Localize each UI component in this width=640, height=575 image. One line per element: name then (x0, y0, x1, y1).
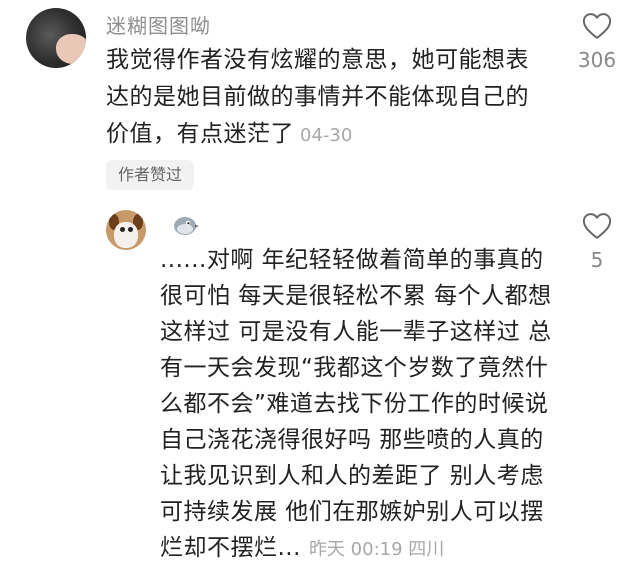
reply-time: 昨天 00:19 四川 (308, 539, 445, 560)
comment-time: 04-30 (300, 125, 353, 146)
dog-eye-right (128, 227, 133, 232)
commenter-username[interactable]: 迷糊图图呦 (106, 10, 211, 39)
comment-like-count: 306 (577, 48, 617, 72)
reply-avatar[interactable] (106, 210, 146, 250)
avatar-hand (56, 34, 86, 64)
reply-text: ......对啊 年纪轻轻做着简单的事真的很可怕 每天是很轻松不累 每个人都想这… (160, 247, 552, 561)
commenter-avatar[interactable] (26, 8, 86, 68)
author-liked-badge: 作者赞过 (106, 160, 195, 190)
dog-eye-left (120, 227, 125, 232)
reply-body[interactable]: ......对啊 年纪轻轻做着简单的事真的很可怕 每天是很轻松不累 每个人都想这… (160, 242, 560, 568)
dog-face (114, 222, 138, 248)
comment-body[interactable]: 我觉得作者没有炫耀的意思，她可能想表达的是她目前做的事情并不能体现自己的价值，有… (106, 42, 546, 154)
heart-icon[interactable] (582, 12, 612, 40)
bird-emoji-icon[interactable] (170, 212, 200, 238)
reply-like-count: 5 (590, 248, 604, 272)
heart-icon[interactable] (582, 212, 612, 240)
